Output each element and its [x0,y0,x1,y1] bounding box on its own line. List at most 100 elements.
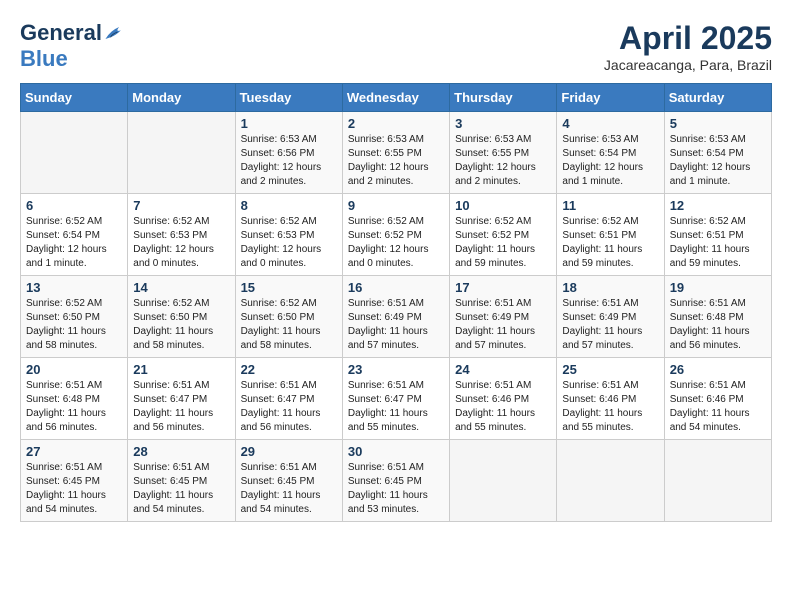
day-info: Sunrise: 6:51 AM Sunset: 6:49 PM Dayligh… [455,297,551,353]
calendar-cell [21,112,128,194]
calendar-week-3: 13 Sunrise: 6:52 AM Sunset: 6:50 PM Dayli… [21,276,772,358]
logo-blue-text: Blue [20,46,68,72]
calendar-cell: 5Sunrise: 6:53 AM Sunset: 6:54 PM Daylig… [664,112,771,194]
calendar-cell [664,440,771,522]
day-number: 6 [26,198,122,213]
day-info: Sunrise: 6:51 AM Sunset: 6:49 PM Dayligh… [562,297,658,353]
calendar-cell: 12 Sunrise: 6:52 AM Sunset: 6:51 PM Dayli… [664,194,771,276]
header: General Blue April 2025 Jacareacanga, Pa… [20,20,772,73]
header-friday: Friday [557,84,664,112]
header-thursday: Thursday [450,84,557,112]
day-info: Sunrise: 6:51 AM Sunset: 6:45 PM Dayligh… [26,461,122,517]
calendar-cell: 3 Sunrise: 6:53 AM Sunset: 6:55 PM Daylig… [450,112,557,194]
calendar-week-1: 1 Sunrise: 6:53 AM Sunset: 6:56 PM Daylig… [21,112,772,194]
day-info: Sunrise: 6:52 AM Sunset: 6:52 PM Dayligh… [348,215,444,271]
day-number: 4 [562,116,658,131]
calendar-cell: 15 Sunrise: 6:52 AM Sunset: 6:50 PM Dayli… [235,276,342,358]
day-number: 8 [241,198,337,213]
day-number: 21 [133,362,229,377]
calendar-cell: 24 Sunrise: 6:51 AM Sunset: 6:46 PM Dayli… [450,358,557,440]
calendar-cell [128,112,235,194]
day-number: 3 [455,116,551,131]
calendar-cell: 17Sunrise: 6:51 AM Sunset: 6:49 PM Dayli… [450,276,557,358]
day-number: 1 [241,116,337,131]
day-info: Sunrise: 6:52 AM Sunset: 6:50 PM Dayligh… [26,297,122,353]
day-info: Sunrise: 6:52 AM Sunset: 6:53 PM Dayligh… [133,215,229,271]
day-info: Sunrise: 6:51 AM Sunset: 6:47 PM Dayligh… [241,379,337,435]
logo: General Blue [20,20,126,72]
day-info: Sunrise: 6:51 AM Sunset: 6:46 PM Dayligh… [455,379,551,435]
day-number: 23 [348,362,444,377]
day-number: 27 [26,444,122,459]
title-area: April 2025 Jacareacanga, Para, Brazil [604,20,772,73]
day-info: Sunrise: 6:53 AM Sunset: 6:54 PM Dayligh… [670,133,766,189]
calendar-cell: 8 Sunrise: 6:52 AM Sunset: 6:53 PM Daylig… [235,194,342,276]
day-info: Sunrise: 6:51 AM Sunset: 6:45 PM Dayligh… [133,461,229,517]
calendar-cell [557,440,664,522]
day-info: Sunrise: 6:52 AM Sunset: 6:53 PM Dayligh… [241,215,337,271]
calendar-cell: 18 Sunrise: 6:51 AM Sunset: 6:49 PM Dayli… [557,276,664,358]
calendar-cell: 20 Sunrise: 6:51 AM Sunset: 6:48 PM Dayli… [21,358,128,440]
day-number: 28 [133,444,229,459]
day-info: Sunrise: 6:51 AM Sunset: 6:45 PM Dayligh… [348,461,444,517]
calendar-week-5: 27 Sunrise: 6:51 AM Sunset: 6:45 PM Dayli… [21,440,772,522]
calendar-cell: 2Sunrise: 6:53 AM Sunset: 6:55 PM Daylig… [342,112,449,194]
calendar-cell: 9 Sunrise: 6:52 AM Sunset: 6:52 PM Daylig… [342,194,449,276]
calendar-cell: 29 Sunrise: 6:51 AM Sunset: 6:45 PM Dayli… [235,440,342,522]
day-info: Sunrise: 6:52 AM Sunset: 6:50 PM Dayligh… [241,297,337,353]
day-number: 22 [241,362,337,377]
day-number: 13 [26,280,122,295]
header-saturday: Saturday [664,84,771,112]
day-info: Sunrise: 6:51 AM Sunset: 6:45 PM Dayligh… [241,461,337,517]
day-info: Sunrise: 6:53 AM Sunset: 6:56 PM Dayligh… [241,133,337,189]
day-info: Sunrise: 6:52 AM Sunset: 6:51 PM Dayligh… [670,215,766,271]
calendar-cell: 13 Sunrise: 6:52 AM Sunset: 6:50 PM Dayli… [21,276,128,358]
day-info: Sunrise: 6:53 AM Sunset: 6:55 PM Dayligh… [455,133,551,189]
day-number: 25 [562,362,658,377]
day-number: 20 [26,362,122,377]
day-info: Sunrise: 6:51 AM Sunset: 6:46 PM Dayligh… [670,379,766,435]
day-info: Sunrise: 6:52 AM Sunset: 6:52 PM Dayligh… [455,215,551,271]
day-number: 7 [133,198,229,213]
day-info: Sunrise: 6:51 AM Sunset: 6:48 PM Dayligh… [26,379,122,435]
calendar-cell: 6Sunrise: 6:52 AM Sunset: 6:54 PM Daylig… [21,194,128,276]
day-number: 26 [670,362,766,377]
calendar-cell: 10 Sunrise: 6:52 AM Sunset: 6:52 PM Dayli… [450,194,557,276]
day-number: 24 [455,362,551,377]
calendar-cell: 4 Sunrise: 6:53 AM Sunset: 6:54 PM Daylig… [557,112,664,194]
day-number: 18 [562,280,658,295]
day-info: Sunrise: 6:52 AM Sunset: 6:50 PM Dayligh… [133,297,229,353]
calendar-week-4: 20 Sunrise: 6:51 AM Sunset: 6:48 PM Dayli… [21,358,772,440]
header-sunday: Sunday [21,84,128,112]
day-info: Sunrise: 6:52 AM Sunset: 6:51 PM Dayligh… [562,215,658,271]
calendar-cell [450,440,557,522]
header-tuesday: Tuesday [235,84,342,112]
month-title: April 2025 [604,20,772,57]
day-info: Sunrise: 6:51 AM Sunset: 6:48 PM Dayligh… [670,297,766,353]
calendar-cell: 30 Sunrise: 6:51 AM Sunset: 6:45 PM Dayli… [342,440,449,522]
day-number: 29 [241,444,337,459]
day-number: 12 [670,198,766,213]
calendar-cell: 27 Sunrise: 6:51 AM Sunset: 6:45 PM Dayli… [21,440,128,522]
day-info: Sunrise: 6:53 AM Sunset: 6:54 PM Dayligh… [562,133,658,189]
calendar-table: SundayMondayTuesdayWednesdayThursdayFrid… [20,83,772,522]
calendar-cell: 26 Sunrise: 6:51 AM Sunset: 6:46 PM Dayli… [664,358,771,440]
calendar-header-row: SundayMondayTuesdayWednesdayThursdayFrid… [21,84,772,112]
day-number: 30 [348,444,444,459]
header-wednesday: Wednesday [342,84,449,112]
calendar-cell: 21 Sunrise: 6:51 AM Sunset: 6:47 PM Dayli… [128,358,235,440]
day-number: 2 [348,116,444,131]
calendar-cell: 23 Sunrise: 6:51 AM Sunset: 6:47 PM Dayli… [342,358,449,440]
day-number: 9 [348,198,444,213]
calendar-cell: 25Sunrise: 6:51 AM Sunset: 6:46 PM Dayli… [557,358,664,440]
day-info: Sunrise: 6:51 AM Sunset: 6:47 PM Dayligh… [133,379,229,435]
calendar-cell: 11Sunrise: 6:52 AM Sunset: 6:51 PM Dayli… [557,194,664,276]
day-number: 15 [241,280,337,295]
day-number: 16 [348,280,444,295]
subtitle: Jacareacanga, Para, Brazil [604,57,772,73]
header-monday: Monday [128,84,235,112]
day-info: Sunrise: 6:51 AM Sunset: 6:47 PM Dayligh… [348,379,444,435]
day-number: 14 [133,280,229,295]
calendar-cell: 14 Sunrise: 6:52 AM Sunset: 6:50 PM Dayli… [128,276,235,358]
day-number: 10 [455,198,551,213]
